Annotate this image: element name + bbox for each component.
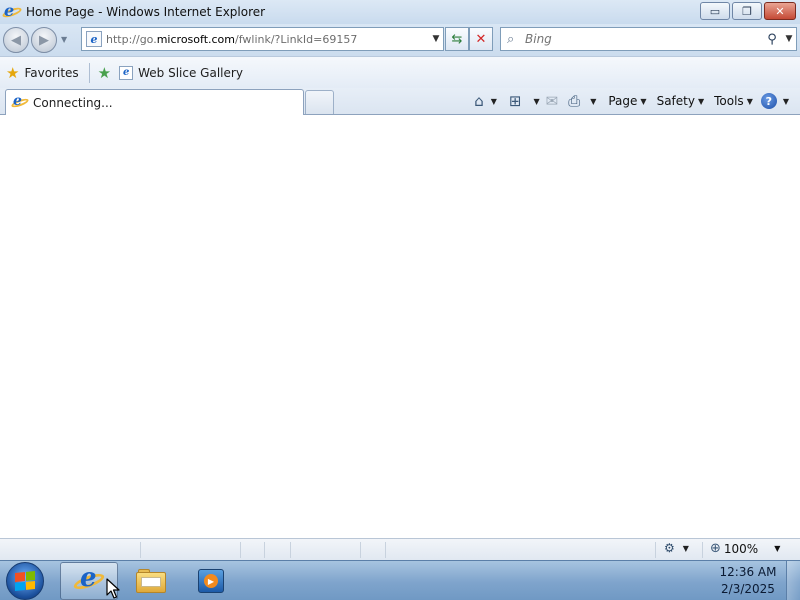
print-button[interactable]: ⎙ ▼ <box>565 90 599 112</box>
maximize-icon: ❐ <box>742 4 752 18</box>
help-menu-arrow-icon: ▼ <box>782 96 789 106</box>
tools-menu[interactable]: Tools ▼ <box>711 90 756 112</box>
status-divider <box>290 542 291 558</box>
address-dropdown-icon[interactable]: ▼ <box>429 34 443 44</box>
zone-dropdown-icon[interactable]: ▼ <box>683 544 689 553</box>
new-tab-button[interactable] <box>305 90 334 114</box>
tab-ie-icon: e <box>10 93 30 111</box>
forward-arrow-icon: ▶ <box>39 32 49 48</box>
favorites-label: Favorites <box>24 65 79 80</box>
add-to-favorites-bar-icon[interactable]: ★ <box>98 64 111 82</box>
favorites-bar: ★ Favorites ★ e Web Slice Gallery <box>0 56 800 88</box>
home-icon: ⌂ <box>474 92 484 110</box>
web-slice-gallery-link[interactable]: e Web Slice Gallery <box>115 60 249 86</box>
ie-icon: e <box>72 563 106 595</box>
navigation-bar: ◀ ▶ ▼ e http://go.microsoft.com/fwlink/?… <box>0 24 800 56</box>
tools-menu-label: Tools <box>714 94 744 108</box>
safety-menu-label: Safety <box>656 94 695 108</box>
window-title: Home Page - Windows Internet Explorer <box>26 5 266 19</box>
search-go-icon[interactable]: ⚲ <box>762 32 782 47</box>
status-bar: ⚙ ▼ ⊕ 100% ▼ <box>0 538 800 560</box>
zoom-control[interactable]: ⊕ 100% ▼ <box>710 541 780 556</box>
status-divider <box>264 542 265 558</box>
command-bar: ⌂ ▼ ⊞ ▼ ✉ ⎙ ▼ Page ▼ Safety ▼ Tools ▼ ? ▼ <box>471 88 792 114</box>
home-dropdown-icon[interactable]: ▼ <box>491 97 497 106</box>
recent-pages-dropdown[interactable]: ▼ <box>61 35 67 44</box>
favorites-separator <box>88 62 90 83</box>
status-divider <box>655 542 656 558</box>
system-clock[interactable]: 12:36 AM 2/3/2025 <box>700 564 796 598</box>
safety-menu-arrow-icon: ▼ <box>697 96 705 106</box>
minimize-icon: ▭ <box>709 4 721 18</box>
tools-menu-arrow-icon: ▼ <box>746 96 753 106</box>
stop-button[interactable]: ✕ <box>469 27 493 51</box>
status-divider <box>360 542 361 558</box>
page-content[interactable] <box>0 116 800 538</box>
star-icon: ★ <box>6 63 20 82</box>
window-controls: ▭ ❐ ✕ <box>700 2 796 20</box>
minimize-button[interactable]: ▭ <box>700 2 730 20</box>
protected-mode-indicator[interactable]: ⚙ ▼ <box>664 541 689 555</box>
back-arrow-icon: ◀ <box>11 32 21 48</box>
media-player-icon: ▶ <box>198 569 224 593</box>
search-options-dropdown-icon[interactable]: ▼ <box>782 34 796 44</box>
url-path: /fwlink/?LinkId=69157 <box>235 32 358 46</box>
start-button[interactable] <box>6 562 44 600</box>
url-host: microsoft.com <box>156 32 235 46</box>
clock-date: 2/3/2025 <box>721 582 775 596</box>
print-dropdown-icon[interactable]: ▼ <box>590 97 596 106</box>
taskbar: e ▶ 12:36 AM 2/3/2025 <box>0 560 800 600</box>
close-button[interactable]: ✕ <box>764 2 796 20</box>
close-icon: ✕ <box>775 4 785 18</box>
back-button[interactable]: ◀ <box>3 27 29 53</box>
status-divider <box>702 542 703 558</box>
search-provider-icon: ⌕ <box>507 31 515 47</box>
page-menu-label: Page <box>608 94 638 108</box>
security-zone-icon: ⚙ <box>664 541 675 555</box>
favorites-button[interactable]: ★ Favorites <box>0 60 85 86</box>
clock-time: 12:36 AM <box>719 565 777 579</box>
tab-label: Connecting... <box>33 95 113 110</box>
address-bar[interactable]: e http://go.microsoft.com/fwlink/?LinkId… <box>81 27 444 51</box>
taskbar-media-player[interactable]: ▶ <box>182 562 240 600</box>
feeds-dropdown-icon[interactable]: ▼ <box>533 97 539 106</box>
page-ie-icon: e <box>86 31 102 47</box>
windows-flag-icon <box>15 570 35 592</box>
web-slice-gallery-label: Web Slice Gallery <box>138 65 243 80</box>
rss-icon: ⊞ <box>508 92 522 110</box>
forward-button[interactable]: ▶ <box>31 27 57 53</box>
status-divider <box>240 542 241 558</box>
help-icon: ? <box>760 93 777 109</box>
refresh-icon: ⇆ <box>451 31 463 47</box>
feeds-button[interactable]: ⊞ ▼ <box>506 90 543 112</box>
maximize-button[interactable]: ❐ <box>732 2 762 20</box>
zoom-dropdown-icon[interactable]: ▼ <box>774 544 780 553</box>
url-prefix: http://go. <box>106 32 157 46</box>
print-icon: ⎙ <box>568 92 581 110</box>
page-menu-arrow-icon: ▼ <box>640 96 647 106</box>
address-url[interactable]: http://go.microsoft.com/fwlink/?LinkId=6… <box>106 33 429 46</box>
show-desktop-button[interactable] <box>786 561 800 600</box>
taskbar-windows-explorer[interactable] <box>122 562 180 600</box>
home-button[interactable]: ⌂ ▼ <box>471 90 500 112</box>
title-bar: e Home Page - Windows Internet Explorer … <box>0 0 800 24</box>
read-mail-button[interactable]: ✉ <box>543 90 566 112</box>
folder-icon <box>136 569 166 593</box>
search-input[interactable] <box>525 32 762 46</box>
compatibility-refresh-button[interactable]: ⇆ <box>445 27 469 51</box>
status-divider <box>140 542 141 558</box>
tab-row: e Connecting... ⌂ ▼ ⊞ ▼ ✉ ⎙ ▼ Page ▼ Safety ▼… <box>0 88 800 115</box>
zoom-icon: ⊕ <box>710 541 721 556</box>
tab-connecting[interactable]: e Connecting... <box>5 89 304 115</box>
safety-menu[interactable]: Safety ▼ <box>654 90 708 112</box>
search-box[interactable]: ⌕ ⚲ ▼ <box>500 27 797 51</box>
mail-icon: ✉ <box>545 92 559 110</box>
ie-icon: e <box>1 1 23 20</box>
stop-icon: ✕ <box>475 31 487 47</box>
page-menu[interactable]: Page ▼ <box>605 90 649 112</box>
help-menu[interactable]: ? ▼ <box>758 90 792 112</box>
web-slice-ie-icon: e <box>119 65 134 80</box>
zoom-level: 100% <box>723 541 759 556</box>
status-divider <box>385 542 386 558</box>
